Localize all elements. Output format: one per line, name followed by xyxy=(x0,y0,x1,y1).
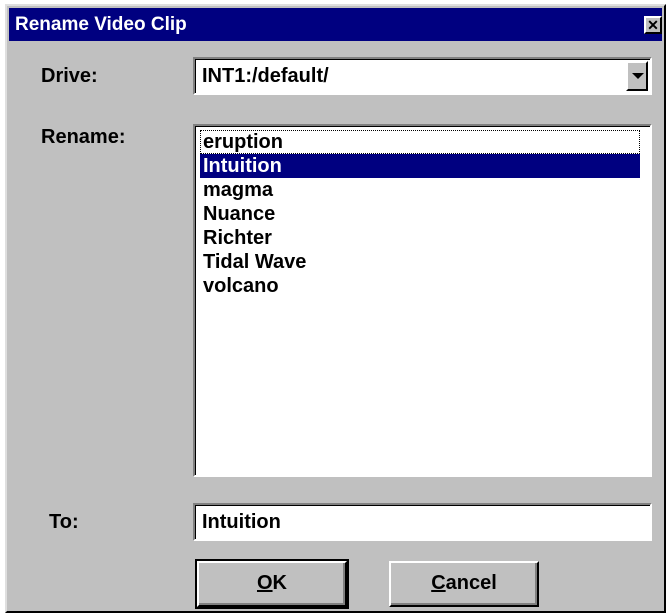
dialog-title: Rename Video Clip xyxy=(15,14,187,35)
list-item-richter[interactable]: Richter xyxy=(200,226,640,250)
title-bar[interactable]: Rename Video Clip ✕ xyxy=(9,8,662,41)
list-item-eruption[interactable]: eruption xyxy=(200,130,640,154)
ok-label-rest: K xyxy=(272,572,287,594)
drive-label: Drive: xyxy=(41,65,98,87)
rename-listbox[interactable]: eruption Intuition magma Nuance Richter … xyxy=(193,124,652,477)
ok-accelerator: O xyxy=(256,572,273,594)
rename-label: Rename: xyxy=(41,126,126,148)
to-value: Intuition xyxy=(202,511,281,533)
drive-value: INT1:/default/ xyxy=(202,65,329,87)
rename-video-clip-dialog: Rename Video Clip ✕ Drive: INT1:/default… xyxy=(5,4,666,613)
cancel-accelerator: C xyxy=(431,572,446,594)
close-icon: ✕ xyxy=(647,17,659,33)
close-button[interactable]: ✕ xyxy=(644,16,662,34)
dropdown-button[interactable] xyxy=(626,61,648,91)
cancel-label-rest: ancel xyxy=(445,572,497,594)
list-item-magma[interactable]: magma xyxy=(200,178,640,202)
list-item-intuition[interactable]: Intuition xyxy=(200,154,640,178)
list-item-nuance[interactable]: Nuance xyxy=(200,202,640,226)
list-item-tidal-wave[interactable]: Tidal Wave xyxy=(200,250,640,274)
list-item-volcano[interactable]: volcano xyxy=(200,274,640,298)
cancel-button[interactable]: Cancel xyxy=(389,561,539,607)
drive-dropdown[interactable]: INT1:/default/ xyxy=(193,57,652,95)
to-input[interactable]: Intuition xyxy=(193,503,652,541)
ok-button[interactable]: OK xyxy=(195,559,349,609)
chevron-down-icon xyxy=(632,73,644,79)
to-label: To: xyxy=(49,511,79,533)
